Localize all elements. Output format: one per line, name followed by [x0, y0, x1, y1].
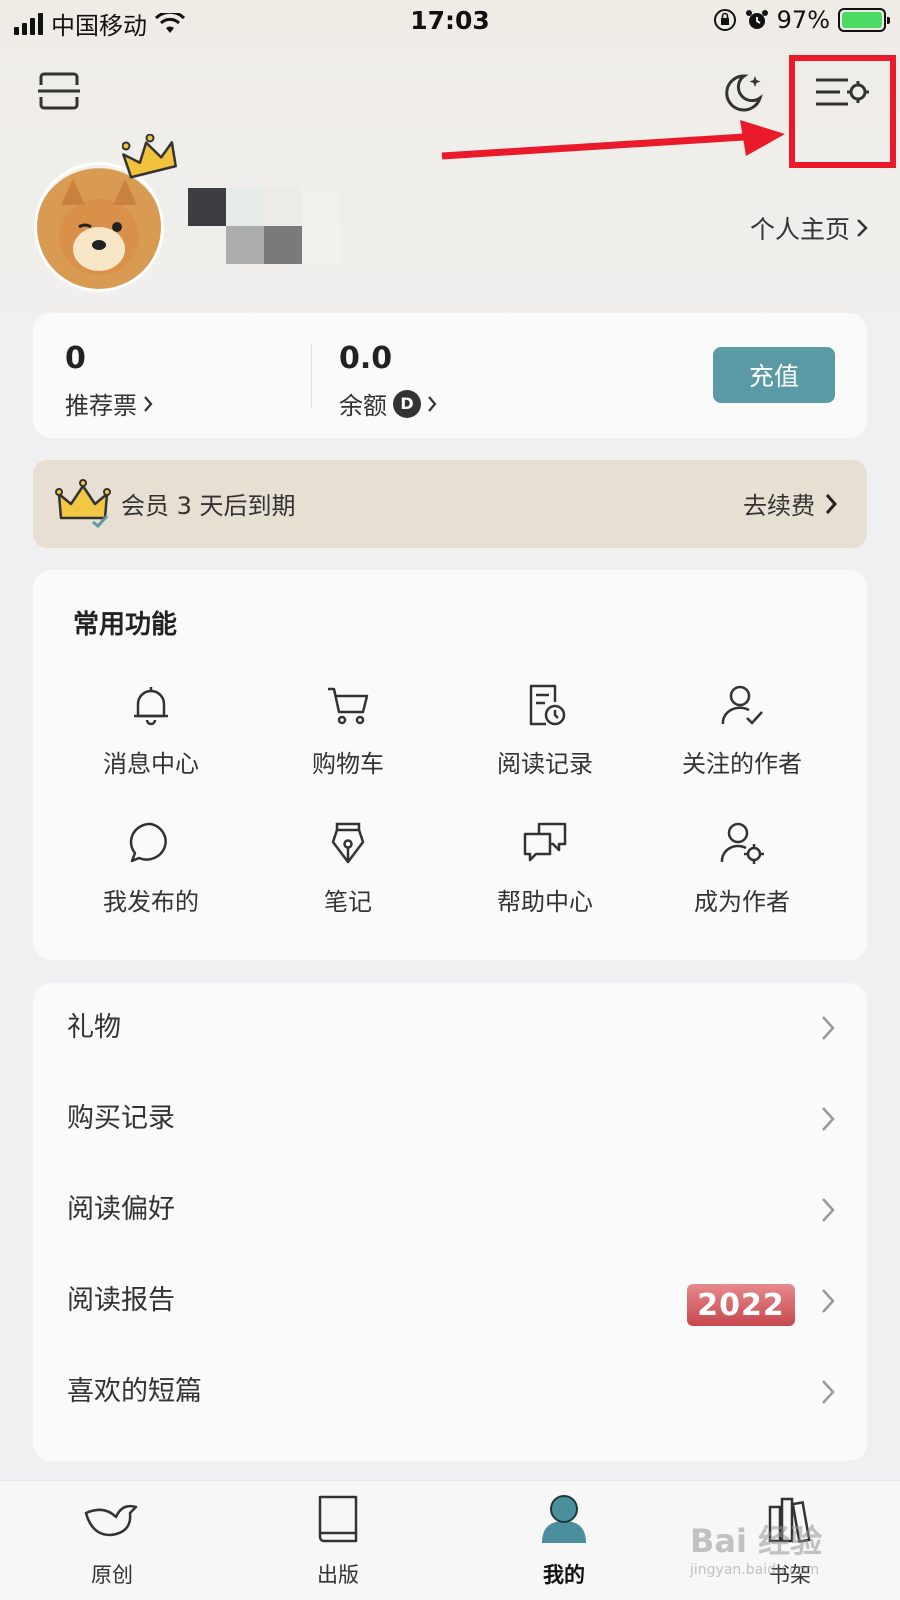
- chevron-right-icon: [144, 395, 153, 412]
- night-mode-button[interactable]: [718, 66, 770, 118]
- alarm-icon: [745, 10, 768, 29]
- tab-label: 我的: [543, 1563, 585, 1587]
- function-cart[interactable]: 购物车: [248, 682, 448, 779]
- tickets-label: 推荐票: [65, 392, 137, 420]
- function-reading-history[interactable]: 阅读记录: [445, 682, 645, 779]
- tab-publish[interactable]: 出版: [278, 1493, 398, 1589]
- chevron-right-icon: [822, 1016, 835, 1040]
- function-label: 笔记: [324, 888, 372, 916]
- watermark: Bai 经验: [690, 1522, 823, 1560]
- balance-label: 余额: [339, 392, 387, 420]
- year-badge: 2022: [687, 1284, 795, 1326]
- chat-bubble-icon: [129, 822, 167, 863]
- moon-icon: [725, 74, 763, 112]
- pen-nib-icon: [331, 822, 365, 864]
- list-item-label: 礼物: [67, 1012, 121, 1043]
- help-chat-icon: [523, 822, 567, 862]
- wallet-card: 0 推荐票 0.0 余额 D 充值: [33, 313, 867, 438]
- list-item-reading-preferences[interactable]: 阅读偏好: [33, 1165, 867, 1255]
- tickets-value: 0: [65, 341, 86, 376]
- renew-link[interactable]: 去续费: [743, 486, 837, 521]
- scan-icon: [38, 72, 80, 110]
- personal-homepage-link[interactable]: 个人主页: [750, 210, 868, 246]
- divider: [311, 343, 312, 409]
- homepage-label: 个人主页: [749, 215, 850, 244]
- membership-banner[interactable]: 会员 3 天后到期 去续费: [33, 460, 867, 548]
- battery-icon: [838, 8, 890, 32]
- tab-label: 出版: [317, 1563, 359, 1587]
- balance-value: 0.0: [339, 341, 393, 376]
- renew-label: 去续费: [743, 492, 815, 520]
- book-icon: [318, 1495, 358, 1543]
- status-bar: 中国移动 17:03 97%: [0, 0, 900, 44]
- balance[interactable]: 0.0 余额 D: [339, 341, 437, 421]
- chevron-right-icon: [822, 1107, 835, 1131]
- function-my-posts[interactable]: 我发布的: [51, 820, 251, 917]
- function-label: 购物车: [312, 750, 384, 778]
- chevron-right-icon: [822, 1380, 835, 1404]
- recharge-button[interactable]: 充值: [713, 347, 835, 403]
- annotation-highlight-box: [789, 55, 896, 168]
- function-label: 帮助中心: [497, 888, 593, 916]
- list-item-label: 阅读偏好: [67, 1194, 175, 1225]
- list-item-reading-report[interactable]: 阅读报告 2022: [33, 1256, 867, 1346]
- list-item-purchase-records[interactable]: 购买记录: [33, 1074, 867, 1164]
- person-icon: [542, 1495, 586, 1543]
- function-become-author[interactable]: 成为作者: [642, 820, 842, 917]
- membership-expiry-text: 会员 3 天后到期: [121, 492, 296, 520]
- crown-icon: [122, 134, 177, 179]
- coin-icon: D: [393, 389, 421, 418]
- tab-label: 原创: [91, 1563, 133, 1587]
- function-label: 成为作者: [694, 888, 790, 916]
- list-item-label: 阅读报告: [67, 1285, 175, 1316]
- function-label: 阅读记录: [497, 750, 593, 778]
- bird-icon: [84, 1504, 138, 1537]
- chevron-right-icon: [825, 493, 837, 514]
- recommend-tickets[interactable]: 0 推荐票: [65, 341, 153, 421]
- chevron-right-icon: [428, 395, 437, 412]
- chevron-right-icon: [822, 1289, 835, 1313]
- watermark-url: jingyan.baidu.com: [690, 1562, 820, 1578]
- function-label: 我发布的: [103, 888, 199, 916]
- function-message-center[interactable]: 消息中心: [51, 682, 251, 779]
- annotation-arrow-icon: [441, 120, 785, 160]
- function-label: 消息中心: [103, 750, 199, 778]
- list-item-label: 购买记录: [67, 1103, 175, 1134]
- scan-button[interactable]: [34, 66, 84, 116]
- function-label: 关注的作者: [682, 750, 802, 778]
- user-gear-icon: [720, 822, 764, 864]
- common-functions-card: 常用功能 消息中心 购物车 阅读记录 关注的作者 我发布的 笔记 帮助中心 成为…: [33, 570, 867, 960]
- follow-user-icon: [721, 685, 763, 725]
- function-followed-authors[interactable]: 关注的作者: [642, 682, 842, 779]
- list-item-gifts[interactable]: 礼物: [33, 983, 867, 1073]
- list-item-liked-short-stories[interactable]: 喜欢的短篇: [33, 1347, 867, 1437]
- menu-list-card: 礼物 购买记录 阅读偏好 阅读报告 2022 喜欢的短篇: [33, 983, 867, 1461]
- chevron-right-icon: [822, 1198, 835, 1222]
- function-help-center[interactable]: 帮助中心: [445, 820, 645, 917]
- function-notes[interactable]: 笔记: [248, 820, 448, 917]
- list-item-label: 喜欢的短篇: [67, 1376, 202, 1407]
- tab-original[interactable]: 原创: [52, 1493, 172, 1589]
- bell-icon: [134, 687, 168, 726]
- orientation-lock-icon: [713, 9, 736, 31]
- tab-mine[interactable]: 我的: [504, 1493, 624, 1589]
- chevron-right-icon: [857, 219, 868, 237]
- battery-percent: 97%: [776, 6, 830, 34]
- section-title: 常用功能: [73, 610, 178, 640]
- vip-crown-icon: [55, 479, 111, 528]
- cart-icon: [328, 687, 369, 725]
- history-icon: [529, 684, 566, 726]
